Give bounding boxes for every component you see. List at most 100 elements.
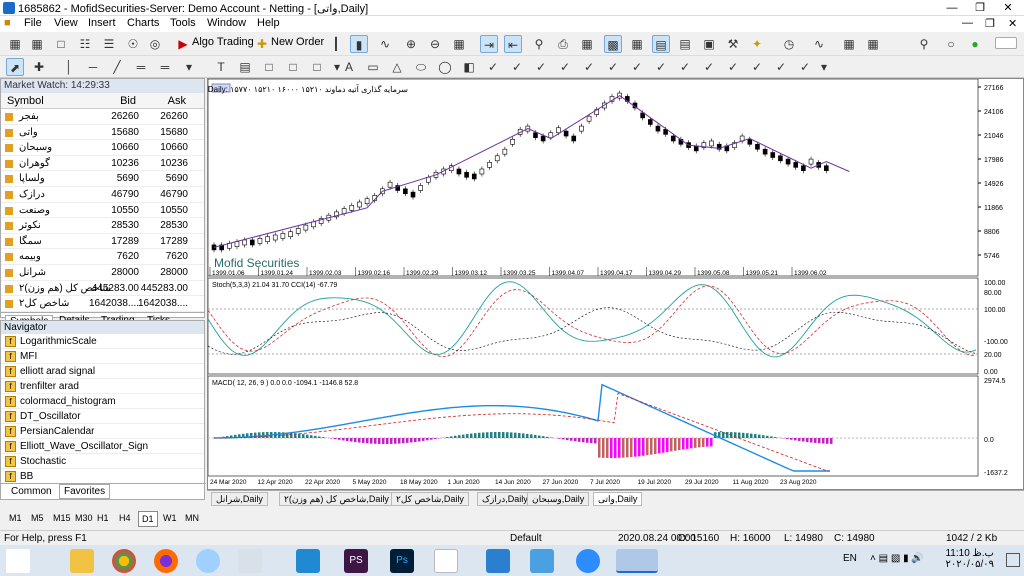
tray-icons[interactable]: ˄ ▤ ▧ ▮ 🔊 <box>870 553 924 564</box>
notepad-icon[interactable] <box>434 549 458 573</box>
col-ask[interactable]: Ask <box>168 95 186 107</box>
pen-icon[interactable] <box>238 549 262 573</box>
market-watch-row[interactable]: گوهران 10236 10236 <box>1 156 204 172</box>
menu-insert[interactable]: Insert <box>88 17 116 29</box>
tile-windows-icon[interactable]: ▦ <box>450 35 468 53</box>
period-separators-icon[interactable]: ▤ <box>676 35 694 53</box>
mdi-close-button[interactable]: ✕ <box>1008 17 1017 30</box>
notifications-icon[interactable] <box>1006 553 1020 567</box>
auto-scroll-icon[interactable]: ⇥ <box>480 35 498 53</box>
navigator-item[interactable]: f DT_Oscillator <box>1 409 204 424</box>
chart-shift-icon[interactable]: ⇤ <box>504 35 522 53</box>
candlestick-chart-icon[interactable]: ▮ <box>350 35 368 53</box>
elliott-14-icon[interactable]: ✓ <box>748 58 766 76</box>
grid-icon[interactable]: ▦ <box>578 35 596 53</box>
search-icon-right[interactable]: ⚲ <box>915 35 933 53</box>
navigator-item[interactable]: f MFI <box>1 349 204 364</box>
market-watch-row[interactable]: درازک 46790 46790 <box>1 187 204 203</box>
elliott-1-icon[interactable]: ◯ <box>436 58 454 76</box>
mdi-restore-button[interactable]: ❐ <box>985 17 995 30</box>
bar-chart-icon[interactable]: ┃ <box>327 35 345 53</box>
chat-icon[interactable]: ○ <box>942 35 960 53</box>
elliott-13-icon[interactable]: ✓ <box>724 58 742 76</box>
strategy-tester-icon[interactable]: ∿ <box>810 35 828 53</box>
elliott-15-icon[interactable]: ✓ <box>772 58 790 76</box>
elliott-16-icon[interactable]: ✓ <box>796 58 814 76</box>
market-watch-row[interactable]: شاخص کل۲ 1642038.... 1642038.... <box>1 296 204 312</box>
navigator-item[interactable]: f Stochastic <box>1 454 204 469</box>
close-button[interactable]: ✕ <box>994 0 1022 16</box>
triangle-dropdown-icon[interactable]: ▾ <box>180 58 198 76</box>
signal-level-icon[interactable]: ● <box>966 35 984 53</box>
menu-window[interactable]: Window <box>207 17 246 29</box>
zoom-out-icon[interactable]: ⊖ <box>426 35 444 53</box>
print-icon[interactable]: ⎙ <box>554 35 572 53</box>
horizontal-line-icon[interactable]: ─ <box>84 58 102 76</box>
new-chart-icon[interactable]: ▦ <box>6 35 24 53</box>
chrome-icon[interactable] <box>112 549 136 573</box>
col-symbol[interactable]: Symbol <box>7 95 44 107</box>
paint-icon[interactable] <box>196 549 220 573</box>
arrows-icon[interactable]: □ <box>284 58 302 76</box>
search-icon[interactable]: ⚲ <box>530 35 548 53</box>
more-dropdown-icon[interactable]: ▾ <box>815 58 833 76</box>
phpstorm-icon[interactable]: PS <box>344 549 368 573</box>
timeframe-m5[interactable]: M5 <box>28 511 47 525</box>
ellipse-icon[interactable]: ⬭ <box>412 58 430 76</box>
new-order-icon[interactable]: ✚ <box>253 35 271 53</box>
indicators-icon[interactable]: ▤ <box>652 35 670 53</box>
menu-help[interactable]: Help <box>257 17 280 29</box>
elliott-5-icon[interactable]: ✓ <box>532 58 550 76</box>
market-watch-row[interactable]: نکوثر 28530 28530 <box>1 218 204 234</box>
menu-file[interactable]: File <box>24 17 42 29</box>
col-bid[interactable]: Bid <box>120 95 136 107</box>
photoshop-icon[interactable]: Ps <box>390 549 414 573</box>
menu-tools[interactable]: Tools <box>170 17 196 29</box>
chart-tab[interactable]: شرانل,Daily <box>211 492 268 506</box>
history-icon[interactable]: ▦ <box>840 35 858 53</box>
navigator-item[interactable]: f colormacd_histogram <box>1 394 204 409</box>
data-window-icon[interactable]: ☰ <box>100 35 118 53</box>
elliott-6-icon[interactable]: ✓ <box>556 58 574 76</box>
elliott-2-icon[interactable]: ◧ <box>460 58 478 76</box>
parallel-channel-icon[interactable]: ═ <box>132 58 150 76</box>
network-app-icon[interactable] <box>530 549 554 573</box>
mdi-minimize-button[interactable]: — <box>962 17 973 29</box>
timeframe-m30[interactable]: M30 <box>72 511 96 525</box>
line-chart-icon[interactable]: ∿ <box>376 35 394 53</box>
triangle-icon[interactable]: △ <box>388 58 406 76</box>
firefox-icon[interactable] <box>154 549 178 573</box>
minimize-button[interactable]: — <box>938 0 966 16</box>
vscode-icon[interactable] <box>296 549 320 573</box>
market-watch-row[interactable]: وصنعت 10550 10550 <box>1 203 204 219</box>
metatrader-task-icon[interactable] <box>616 549 658 573</box>
navigator-item[interactable]: f elliott arad signal <box>1 364 204 379</box>
app-blue-icon[interactable] <box>486 549 510 573</box>
terminal-icon[interactable]: ▣ <box>700 35 718 53</box>
menu-doc-icon[interactable]: ■ <box>4 17 11 29</box>
algo-trading-icon[interactable]: ▶ <box>174 35 192 53</box>
trendline-icon[interactable]: ╱ <box>108 58 126 76</box>
profiles-icon[interactable]: ▦ <box>28 35 46 53</box>
navigator-icon[interactable]: ☉ <box>124 35 142 53</box>
elliott-3-icon[interactable]: ✓ <box>484 58 502 76</box>
navigator-item[interactable]: f Elliott_Wave_Oscillator_Sign <box>1 439 204 454</box>
timeframe-m1[interactable]: M1 <box>6 511 25 525</box>
cursor-icon[interactable]: ⬈ <box>6 58 24 76</box>
timeframe-m15[interactable]: M15 <box>50 511 74 525</box>
shape-a-icon[interactable]: A <box>340 58 358 76</box>
market-watch-row[interactable]: ولساپا 5690 5690 <box>1 171 204 187</box>
chart-tab[interactable]: وسبحان,Daily <box>527 492 590 506</box>
timeframe-h1[interactable]: H1 <box>94 511 112 525</box>
elliott-11-icon[interactable]: ✓ <box>676 58 694 76</box>
volumes-icon[interactable]: ▩ <box>604 35 622 53</box>
timeframe-d1[interactable]: D1 <box>138 511 158 527</box>
elliott-9-icon[interactable]: ✓ <box>628 58 646 76</box>
start-icon[interactable] <box>6 549 30 573</box>
market-watch-row[interactable]: شرانل 28000 28000 <box>1 265 204 281</box>
fibonacci-icon[interactable]: ═ <box>156 58 174 76</box>
timeframe-w1[interactable]: W1 <box>160 511 180 525</box>
new-order-button[interactable]: New Order <box>271 36 324 48</box>
tab-common[interactable]: Common <box>11 486 52 497</box>
timeframe-mn[interactable]: MN <box>182 511 202 525</box>
